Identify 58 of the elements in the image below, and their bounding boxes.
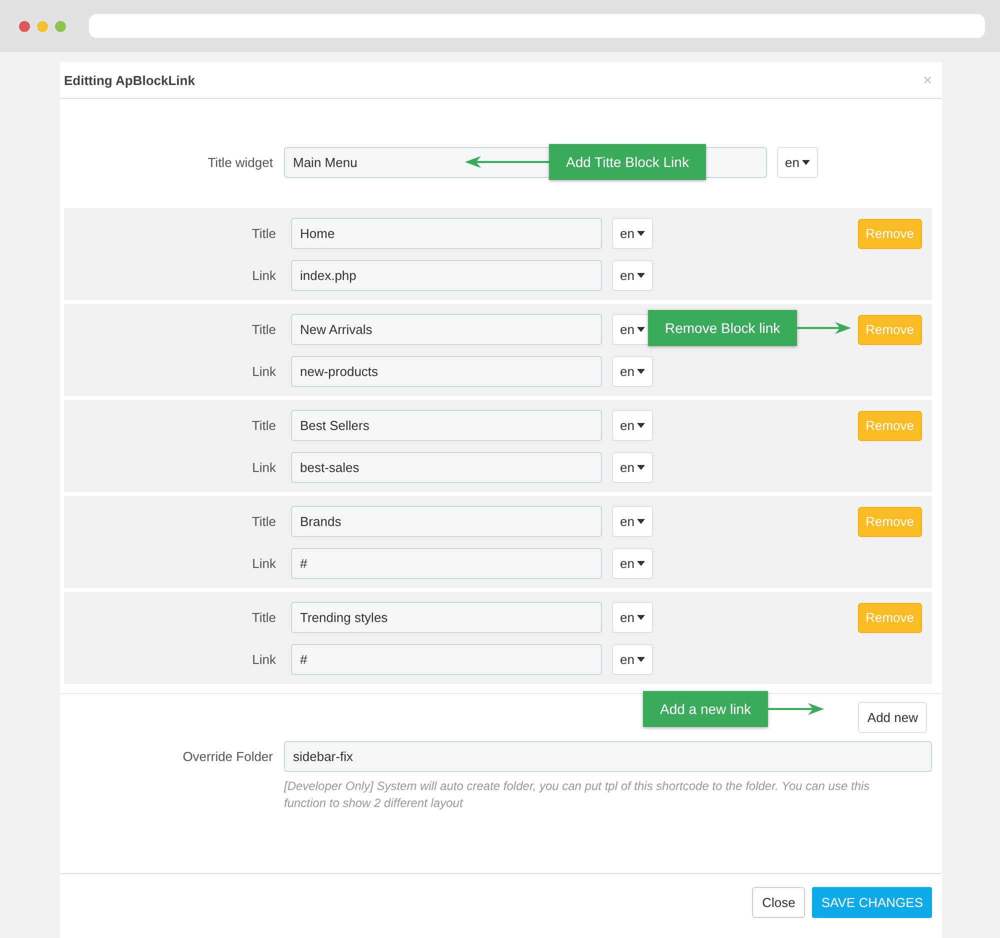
field-label: Link xyxy=(251,364,276,379)
language-dropdown[interactable]: en xyxy=(612,410,654,441)
language-dropdown[interactable]: en xyxy=(612,452,654,483)
add-new-button[interactable]: Add new xyxy=(858,702,927,732)
caret-icon xyxy=(637,519,646,524)
field-label: Link xyxy=(251,268,276,283)
arrow-icon xyxy=(797,322,852,334)
caret-icon xyxy=(802,160,810,165)
close-button[interactable]: Close xyxy=(752,886,806,918)
arrow-icon xyxy=(465,156,549,168)
caret-icon xyxy=(637,327,646,332)
link-input[interactable]: index.php xyxy=(291,260,602,291)
field-label: Title widget xyxy=(206,155,273,170)
field-label: Override Folder xyxy=(182,749,273,764)
title-input[interactable]: Home xyxy=(291,218,602,249)
language-dropdown[interactable]: en xyxy=(612,644,654,675)
title-input[interactable]: New Arrivals xyxy=(291,314,602,345)
callout-tooltip: Remove Block link xyxy=(648,310,798,346)
language-dropdown[interactable]: en xyxy=(612,260,654,291)
caret-icon xyxy=(637,423,646,428)
link-input[interactable]: best-sales xyxy=(291,452,602,483)
address-bar[interactable] xyxy=(89,14,985,38)
field-label: Title xyxy=(250,322,276,337)
caret-icon xyxy=(637,231,646,236)
field-label: Title xyxy=(250,418,276,433)
title-input[interactable]: Brands xyxy=(291,506,602,537)
link-input[interactable]: # xyxy=(291,644,602,675)
link-input[interactable]: new-products xyxy=(291,356,602,387)
field-label: Title xyxy=(250,610,276,625)
caret-icon xyxy=(637,561,646,566)
maximize-window-icon[interactable] xyxy=(55,20,66,32)
caret-icon xyxy=(637,273,646,278)
minimize-window-icon[interactable] xyxy=(37,20,48,32)
title-input[interactable]: Trending styles xyxy=(291,602,602,633)
close-window-icon[interactable] xyxy=(19,20,30,32)
language-dropdown[interactable]: en xyxy=(612,356,654,387)
field-label: Title xyxy=(250,514,276,529)
arrow-icon xyxy=(768,703,824,715)
language-dropdown[interactable]: en xyxy=(612,218,654,249)
field-label: Link xyxy=(251,556,276,571)
caret-icon xyxy=(637,657,646,662)
field-label: Link xyxy=(251,460,276,475)
caret-icon xyxy=(637,615,646,620)
field-label: Link xyxy=(251,652,276,667)
field-label: Title xyxy=(250,226,276,241)
callout-tooltip: Add Titte Block Link xyxy=(549,144,706,180)
caret-icon xyxy=(637,465,646,470)
language-dropdown[interactable]: en xyxy=(612,548,654,579)
modal-title: Editting ApBlockLink xyxy=(64,72,195,88)
title-input[interactable]: Best Sellers xyxy=(291,410,602,441)
caret-icon xyxy=(637,369,646,374)
override-folder-input[interactable]: sidebar-fix xyxy=(284,741,932,772)
language-dropdown[interactable]: en xyxy=(777,147,818,178)
language-dropdown[interactable]: en xyxy=(612,506,654,537)
language-dropdown[interactable]: en xyxy=(612,602,654,633)
callout-tooltip: Add a new link xyxy=(643,691,768,727)
help-text: [Developer Only] System will auto create folder, you can put tpl of this shortcode to the folder. You can use this function to show 2 different layout xyxy=(284,778,871,812)
link-input[interactable]: # xyxy=(291,548,602,579)
